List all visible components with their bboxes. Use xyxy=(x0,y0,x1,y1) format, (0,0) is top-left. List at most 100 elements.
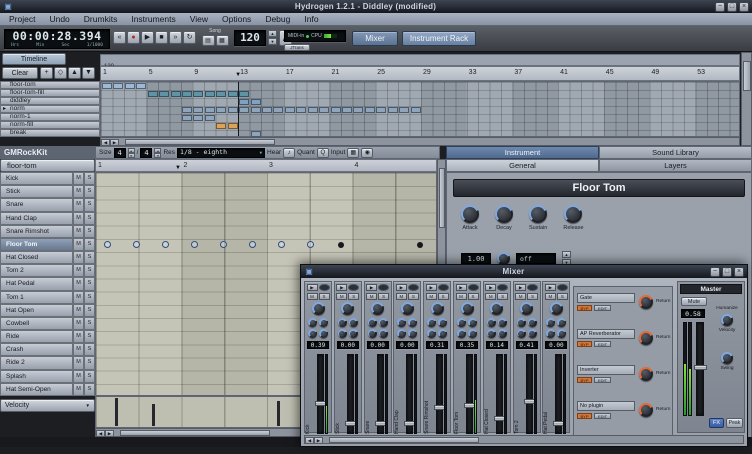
menu-options[interactable]: Options xyxy=(215,13,258,26)
sequence-cell[interactable] xyxy=(181,107,192,113)
instrument-solo-button[interactable]: S xyxy=(84,251,95,265)
pattern-list-item[interactable]: norm-fill xyxy=(0,121,100,129)
channel-solo-button[interactable]: S xyxy=(378,293,390,300)
fx-send-knob[interactable] xyxy=(319,329,328,338)
sequence-cell[interactable] xyxy=(159,91,170,97)
sequence-cell[interactable] xyxy=(181,115,192,121)
sequence-cell[interactable] xyxy=(216,91,227,97)
play-sample-button[interactable]: ▶ xyxy=(515,284,527,291)
scroll-left-button[interactable]: ◀ xyxy=(305,436,314,444)
sequence-cell[interactable] xyxy=(113,83,124,89)
channel-volume-fader[interactable] xyxy=(434,354,448,434)
instrument-name-button[interactable]: Crash xyxy=(0,343,73,357)
note[interactable] xyxy=(219,240,227,248)
decay-knob[interactable] xyxy=(495,205,513,223)
scrollbar-thumb[interactable] xyxy=(329,437,479,443)
fx-send-knob[interactable] xyxy=(367,329,377,338)
minimize-button[interactable]: − xyxy=(715,1,725,12)
play-button[interactable]: ▶ xyxy=(141,31,154,44)
master-mute-button[interactable]: Mute xyxy=(681,297,707,306)
sequence-cell[interactable] xyxy=(330,107,341,113)
fx-send-knob[interactable] xyxy=(337,329,347,338)
instrument-solo-button[interactable]: S xyxy=(84,369,95,383)
channel-volume-fader[interactable] xyxy=(493,354,507,434)
fx-send-knob[interactable] xyxy=(319,318,328,327)
fx-name-button[interactable]: AP Reverberator xyxy=(577,329,635,339)
scroll-right-button[interactable]: ▶ xyxy=(105,429,114,437)
peak-toggle-button[interactable]: Peak xyxy=(726,418,743,428)
fx-send-knob[interactable] xyxy=(497,318,507,327)
channel-mute-button[interactable]: M xyxy=(366,293,378,300)
play-sample-button[interactable]: ▶ xyxy=(366,284,378,291)
size-numerator-spinbox[interactable]: 4 xyxy=(113,147,126,158)
play-sample-button[interactable]: ▶ xyxy=(395,284,407,291)
sequence-cell[interactable] xyxy=(239,107,250,113)
fx-send-knob[interactable] xyxy=(457,318,466,327)
channel-mute-button[interactable]: M xyxy=(306,293,318,300)
input-piano-toggle[interactable]: ▦ xyxy=(347,147,360,158)
fx-edit-button[interactable]: EDIT xyxy=(594,413,611,419)
fx-send-knob[interactable] xyxy=(486,318,496,327)
instrument-solo-button[interactable]: S xyxy=(84,303,95,317)
instrument-name-button[interactable]: Kick xyxy=(0,172,73,186)
pan-knob[interactable] xyxy=(490,302,504,315)
pan-knob[interactable] xyxy=(430,302,444,315)
instrument-solo-button[interactable]: S xyxy=(84,382,95,396)
fx-send-knob[interactable] xyxy=(516,318,526,327)
instrument-solo-button[interactable]: S xyxy=(84,330,95,344)
channel-solo-button[interactable]: S xyxy=(437,293,449,300)
sequence-cell[interactable] xyxy=(227,91,238,97)
scroll-right-button[interactable]: ▶ xyxy=(110,138,119,146)
sequence-cell[interactable] xyxy=(410,107,421,113)
instrument-name-button[interactable]: Tom 1 xyxy=(0,290,73,304)
menu-drumkits[interactable]: Drumkits xyxy=(77,13,125,26)
input-drum-toggle[interactable]: ◉ xyxy=(361,147,374,158)
fx-send-knob[interactable] xyxy=(397,329,407,338)
instrument-name-button[interactable]: Ride xyxy=(0,330,73,344)
pan-knob[interactable] xyxy=(371,302,385,315)
pattern-name-button[interactable]: floor-tom xyxy=(0,159,95,172)
mixer-toggle-button[interactable]: Mixer xyxy=(352,31,398,46)
attack-knob[interactable] xyxy=(461,205,479,223)
spin-up-button[interactable]: ▲ xyxy=(562,251,571,258)
forward-button[interactable]: » xyxy=(169,31,182,44)
instrument-mute-button[interactable]: M xyxy=(73,330,84,344)
instrument-solo-button[interactable]: S xyxy=(84,277,95,291)
fx-send-knob[interactable] xyxy=(497,329,507,338)
fx-send-knob[interactable] xyxy=(486,329,496,338)
instrument-solo-button[interactable]: S xyxy=(84,211,95,225)
channel-volume-fader[interactable] xyxy=(523,354,537,434)
fx-send-knob[interactable] xyxy=(557,318,567,327)
fx-send-knob[interactable] xyxy=(308,329,317,338)
sequence-cell[interactable] xyxy=(216,123,227,129)
pan-knob[interactable] xyxy=(311,302,325,315)
minimize-button[interactable]: − xyxy=(710,266,720,277)
velocity-bar[interactable] xyxy=(277,400,281,426)
play-sample-button[interactable]: ▶ xyxy=(544,284,556,291)
velocity-bar[interactable] xyxy=(114,398,118,426)
play-sample-button[interactable]: ▶ xyxy=(485,284,497,291)
instrument-solo-button[interactable]: S xyxy=(84,185,95,199)
record-button[interactable]: ● xyxy=(127,31,140,44)
channel-volume-fader[interactable] xyxy=(374,354,388,434)
menu-info[interactable]: Info xyxy=(297,13,325,26)
release-knob[interactable] xyxy=(564,205,583,223)
instrument-mute-button[interactable]: M xyxy=(73,237,84,252)
fx-return-knob[interactable] xyxy=(639,331,653,345)
pattern-mode-button[interactable]: ▦ xyxy=(215,35,229,46)
sequence-cell[interactable] xyxy=(204,107,215,113)
instrument-name-button[interactable]: Stick xyxy=(0,185,73,199)
instrument-name-button[interactable]: Hat Open xyxy=(0,303,73,317)
sequence-cell[interactable] xyxy=(296,107,307,113)
fx-name-button[interactable]: Inverter xyxy=(577,365,635,375)
channel-solo-button[interactable]: S xyxy=(348,293,360,300)
instrument-name-button[interactable]: Hand Clap xyxy=(0,211,73,225)
instrument-mute-button[interactable]: M xyxy=(73,172,84,186)
note[interactable] xyxy=(162,240,170,248)
tab-layers[interactable]: Layers xyxy=(599,159,752,172)
fx-edit-button[interactable]: EDIT xyxy=(594,341,611,347)
sequence-cell[interactable] xyxy=(227,123,238,129)
channel-volume-fader[interactable] xyxy=(344,354,358,434)
channel-solo-button[interactable]: S xyxy=(556,293,568,300)
fx-send-knob[interactable] xyxy=(408,329,418,338)
